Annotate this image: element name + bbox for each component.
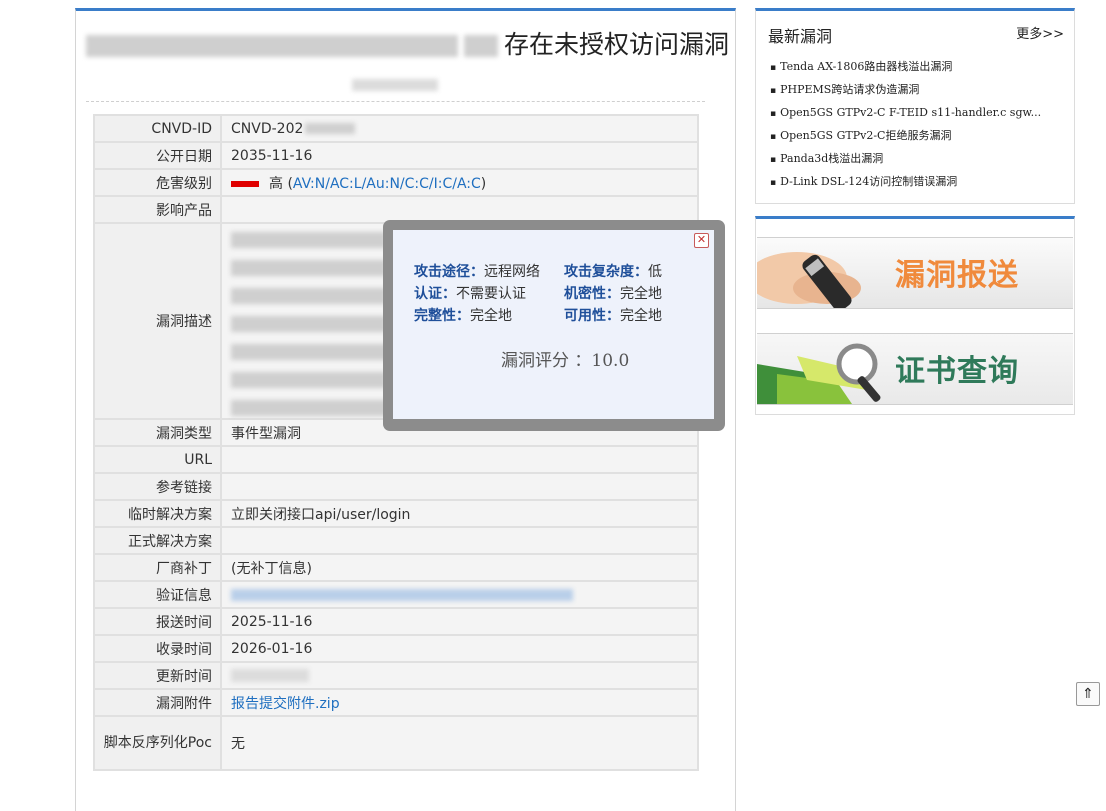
table-row: 影响产品 bbox=[95, 197, 697, 222]
type-label: 漏洞类型 bbox=[95, 420, 220, 445]
latest-vulnerabilities-list: Tenda AX-1806路由器栈溢出漏洞 PHPEMS跨站请求伪造漏洞 Ope… bbox=[770, 55, 1041, 193]
pen-icon bbox=[757, 252, 861, 308]
list-item[interactable]: Open5GS GTPv2-C F-TEID s11-handler.c sgw… bbox=[770, 101, 1041, 124]
table-row: 参考链接 bbox=[95, 474, 697, 499]
url-label: URL bbox=[95, 447, 220, 472]
table-row: 漏洞附件 报告提交附件.zip bbox=[95, 690, 697, 715]
redacted-title-prefix bbox=[86, 35, 458, 57]
product-value bbox=[222, 197, 697, 222]
cnvd-id-value: CNVD-202 bbox=[222, 116, 697, 141]
table-row: 正式解决方案 bbox=[95, 528, 697, 553]
table-row: 公开日期 2035-11-16 bbox=[95, 143, 697, 168]
authentication: 认证：不需要认证 bbox=[414, 286, 526, 302]
redacted-verify-link[interactable] bbox=[231, 588, 573, 601]
table-row: URL bbox=[95, 447, 697, 472]
reference-label: 参考链接 bbox=[95, 474, 220, 499]
product-label: 影响产品 bbox=[95, 197, 220, 222]
table-row: CNVD-ID CNVD-202 bbox=[95, 116, 697, 141]
temp-fix-value: 立即关闭接口api/user/login bbox=[222, 501, 697, 526]
patch-label: 厂商补丁 bbox=[95, 555, 220, 580]
redacted-subtitle bbox=[352, 74, 438, 93]
severity-indicator bbox=[231, 180, 259, 187]
poc-value: 无 bbox=[222, 717, 697, 769]
availability: 可用性：完全地 bbox=[564, 308, 662, 324]
severity-label: 危害级别 bbox=[95, 170, 220, 195]
patch-value: (无补丁信息) bbox=[222, 555, 697, 580]
close-icon[interactable]: ✕ bbox=[694, 233, 709, 248]
attack-complexity: 攻击复杂度：低 bbox=[564, 264, 662, 280]
table-row: 验证信息 bbox=[95, 582, 697, 607]
update-time-value bbox=[222, 663, 697, 688]
list-item[interactable]: Panda3d栈溢出漏洞 bbox=[770, 147, 1041, 170]
verify-value[interactable] bbox=[222, 582, 697, 607]
formal-fix-label: 正式解决方案 bbox=[95, 528, 220, 553]
table-row: 临时解决方案 立即关闭接口api/user/login bbox=[95, 501, 697, 526]
vulnerability-details-table: CNVD-ID CNVD-202 公开日期 2035-11-16 危害级别 高 … bbox=[93, 114, 699, 771]
cvss-popup-body: ✕ 攻击途径：远程网络 攻击复杂度：低 认证：不需要认证 机密性：完全地 完整性… bbox=[393, 230, 714, 419]
public-date-label: 公开日期 bbox=[95, 143, 220, 168]
cnvd-id-label: CNVD-ID bbox=[95, 116, 220, 141]
url-value bbox=[222, 447, 697, 472]
sidebar-title: 最新漏洞 bbox=[768, 27, 833, 46]
table-row: 更新时间 bbox=[95, 663, 697, 688]
vulnerability-report-banner[interactable]: 漏洞报送 bbox=[757, 237, 1073, 309]
title-suffix: 存在未授权访问漏洞 bbox=[504, 30, 730, 59]
record-time-label: 收录时间 bbox=[95, 636, 220, 661]
integrity: 完整性：完全地 bbox=[414, 308, 512, 324]
magnifier-icon bbox=[757, 343, 881, 404]
verify-label: 验证信息 bbox=[95, 582, 220, 607]
severity-value: 高 (AV:N/AC:L/Au:N/C:C/I:C/A:C) bbox=[222, 170, 697, 195]
attack-vector: 攻击途径：远程网络 bbox=[414, 264, 540, 280]
confidentiality: 机密性：完全地 bbox=[564, 286, 662, 302]
more-link[interactable]: 更多>> bbox=[1016, 23, 1064, 42]
submit-time-label: 报送时间 bbox=[95, 609, 220, 634]
submit-time-value: 2025-11-16 bbox=[222, 609, 697, 634]
attachment-value: 报告提交附件.zip bbox=[222, 690, 697, 715]
title-divider bbox=[86, 101, 705, 102]
description-label: 漏洞描述 bbox=[95, 224, 220, 418]
table-row: 危害级别 高 (AV:N/AC:L/Au:N/C:C/I:C/A:C) bbox=[95, 170, 697, 195]
temp-fix-label: 临时解决方案 bbox=[95, 501, 220, 526]
public-date-value: 2035-11-16 bbox=[222, 143, 697, 168]
vulnerability-report-label: 漏洞报送 bbox=[895, 258, 1019, 293]
redacted-update-time bbox=[231, 669, 309, 682]
vulnerability-score: 漏洞评分 ：10.0 bbox=[501, 351, 630, 371]
attachment-link[interactable]: 报告提交附件.zip bbox=[231, 696, 340, 712]
list-item[interactable]: Tenda AX-1806路由器栈溢出漏洞 bbox=[770, 55, 1041, 78]
latest-vulnerabilities-panel: 最新漏洞 更多>> Tenda AX-1806路由器栈溢出漏洞 PHPEMS跨站… bbox=[755, 8, 1075, 204]
table-row: 脚本反序列化Poc 无 bbox=[95, 717, 697, 769]
certificate-query-banner[interactable]: 证书查询 bbox=[757, 333, 1073, 405]
back-to-top-icon[interactable]: ⇑ bbox=[1076, 682, 1100, 706]
redacted-title-prefix-2 bbox=[464, 35, 498, 57]
record-time-value: 2026-01-16 bbox=[222, 636, 697, 661]
page-title: 存在未授权访问漏洞 bbox=[86, 25, 730, 61]
table-row: 收录时间 2026-01-16 bbox=[95, 636, 697, 661]
poc-label: 脚本反序列化Poc bbox=[95, 717, 220, 769]
formal-fix-value bbox=[222, 528, 697, 553]
reference-value bbox=[222, 474, 697, 499]
attachment-label: 漏洞附件 bbox=[95, 690, 220, 715]
banner-panel: 漏洞报送 证书查询 bbox=[755, 216, 1075, 415]
table-row: 报送时间 2025-11-16 bbox=[95, 609, 697, 634]
update-time-label: 更新时间 bbox=[95, 663, 220, 688]
list-item[interactable]: D-Link DSL-124访问控制错误漏洞 bbox=[770, 170, 1041, 193]
list-item[interactable]: PHPEMS跨站请求伪造漏洞 bbox=[770, 78, 1041, 101]
list-item[interactable]: Open5GS GTPv2-C拒绝服务漏洞 bbox=[770, 124, 1041, 147]
certificate-query-label: 证书查询 bbox=[895, 354, 1019, 389]
cvss-popup: ✕ 攻击途径：远程网络 攻击复杂度：低 认证：不需要认证 机密性：完全地 完整性… bbox=[383, 220, 725, 431]
table-row: 厂商补丁 (无补丁信息) bbox=[95, 555, 697, 580]
cvss-vector-link[interactable]: AV:N/AC:L/Au:N/C:C/I:C/A:C bbox=[293, 176, 481, 192]
redacted-id bbox=[305, 123, 356, 134]
